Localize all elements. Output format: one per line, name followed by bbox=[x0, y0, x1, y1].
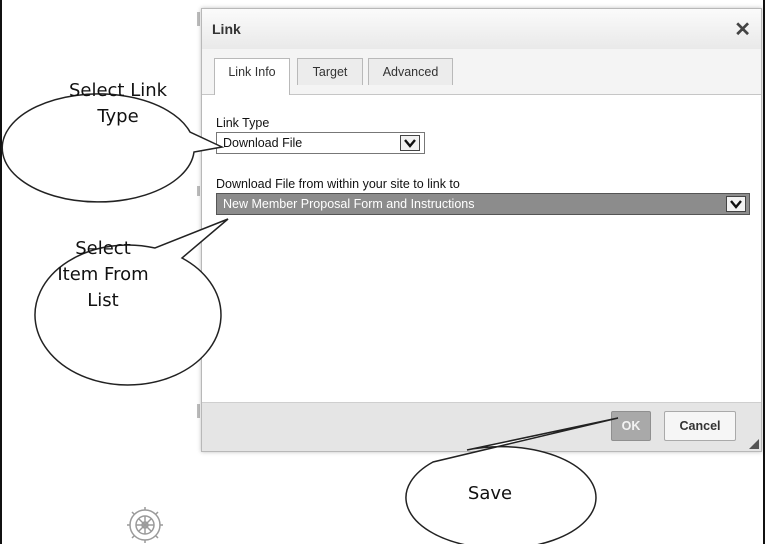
link-type-value: Download File bbox=[223, 136, 303, 150]
resize-grip-icon[interactable] bbox=[749, 439, 759, 449]
tab-advanced-label: Advanced bbox=[382, 65, 439, 79]
chevron-down-icon[interactable] bbox=[726, 196, 746, 212]
background-mark bbox=[197, 186, 200, 196]
download-file-select[interactable]: New Member Proposal Form and Instruction… bbox=[216, 193, 750, 215]
link-dialog: Link ✕ Link Info Target Advanced Link Ty… bbox=[201, 8, 762, 452]
gear-logo-icon bbox=[127, 507, 163, 543]
tab-target[interactable]: Target bbox=[297, 58, 363, 85]
tab-target-label: Target bbox=[312, 65, 348, 79]
dialog-title: Link bbox=[212, 21, 241, 37]
callout-item-line2: Item From bbox=[57, 264, 149, 285]
callout-link-type: Select Link Type bbox=[48, 78, 188, 130]
background-mark bbox=[197, 12, 200, 26]
background-mark bbox=[197, 300, 200, 334]
close-icon[interactable]: ✕ bbox=[734, 17, 751, 42]
dialog-footer: OK Cancel bbox=[202, 402, 761, 451]
download-file-label: Download File from within your site to l… bbox=[216, 177, 460, 191]
link-type-label: Link Type bbox=[216, 116, 270, 130]
chevron-down-icon[interactable] bbox=[400, 135, 420, 151]
background-mark bbox=[197, 404, 200, 418]
callout-link-type-line1: Select Link bbox=[68, 80, 168, 101]
tab-strip: Link Info Target Advanced bbox=[202, 49, 761, 95]
dialog-body: Link Type Download File Download File fr… bbox=[202, 95, 761, 403]
cancel-button[interactable]: Cancel bbox=[664, 411, 736, 441]
callout-link-type-line2: Type bbox=[97, 106, 139, 127]
download-file-value: New Member Proposal Form and Instruction… bbox=[223, 197, 475, 211]
callout-item-line3: List bbox=[87, 290, 119, 311]
tab-advanced[interactable]: Advanced bbox=[368, 58, 453, 85]
tab-link-info[interactable]: Link Info bbox=[214, 58, 290, 95]
link-type-select[interactable]: Download File bbox=[216, 132, 425, 154]
tab-link-info-label: Link Info bbox=[228, 65, 276, 79]
dialog-titlebar[interactable]: Link ✕ bbox=[202, 9, 761, 50]
ok-button[interactable]: OK bbox=[611, 411, 651, 441]
callout-save: Save bbox=[467, 483, 513, 504]
callout-item: Select Item From List bbox=[28, 236, 178, 314]
callout-item-line1: Select bbox=[75, 238, 131, 259]
